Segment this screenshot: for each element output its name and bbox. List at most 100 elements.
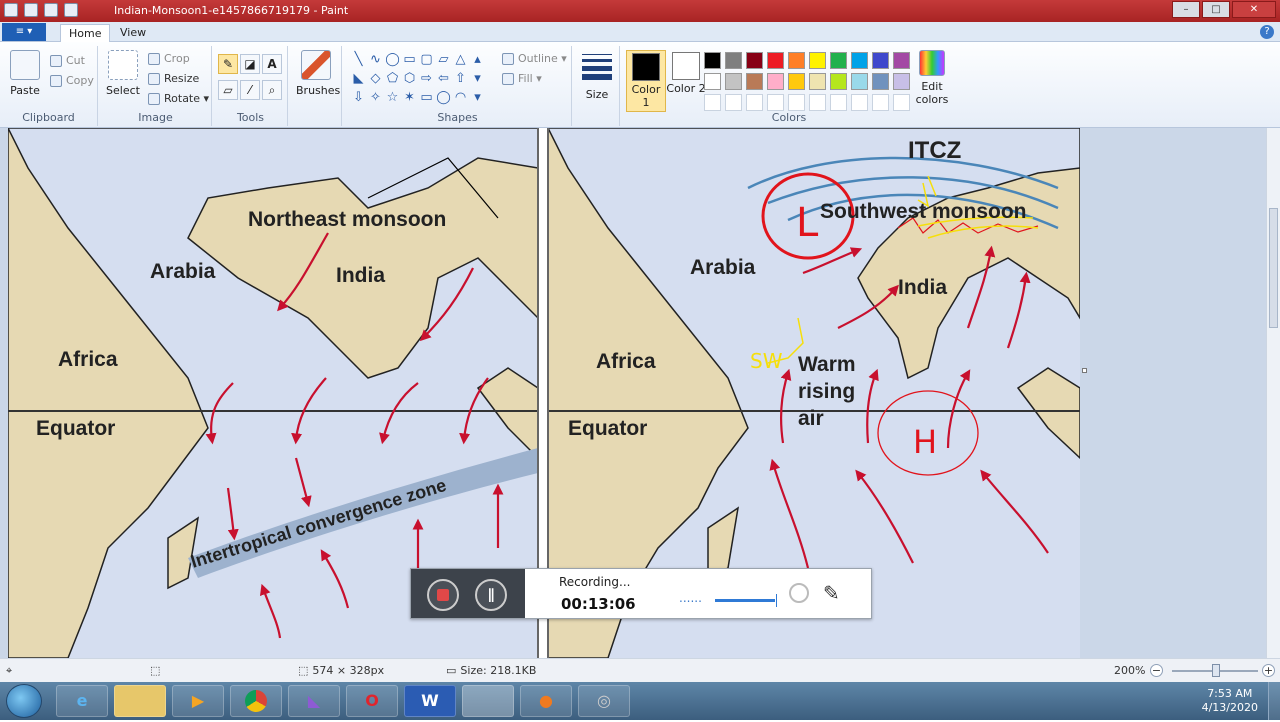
color-swatch[interactable] bbox=[809, 52, 826, 69]
shape-option[interactable]: ∿ bbox=[367, 50, 384, 69]
shape-option[interactable]: ▭ bbox=[418, 88, 435, 107]
color-swatch[interactable] bbox=[746, 73, 763, 90]
magnifier-icon[interactable]: ⌕ bbox=[262, 80, 282, 100]
color-swatch[interactable] bbox=[767, 73, 784, 90]
shape-option[interactable]: ⇧ bbox=[452, 69, 469, 88]
visual-studio-icon[interactable]: ◣ bbox=[288, 685, 340, 717]
pencil-icon[interactable]: ✎ bbox=[218, 54, 238, 74]
shape-option[interactable]: ✧ bbox=[367, 88, 384, 107]
scroll-thumb[interactable] bbox=[1269, 208, 1278, 328]
select-button[interactable]: Select bbox=[106, 50, 140, 97]
tab-home[interactable]: Home bbox=[60, 24, 111, 42]
color-swatch[interactable] bbox=[704, 52, 721, 69]
color-swatch[interactable] bbox=[872, 52, 889, 69]
color-palette[interactable] bbox=[704, 52, 914, 115]
paste-button[interactable]: Paste bbox=[8, 50, 42, 97]
color1-button[interactable]: Color 1 bbox=[626, 50, 666, 112]
color-picker-icon[interactable]: ⁄ bbox=[240, 80, 260, 100]
paint-app-icon[interactable] bbox=[4, 3, 18, 17]
shape-option[interactable]: ▱ bbox=[435, 50, 452, 69]
fill-icon[interactable]: ◪ bbox=[240, 54, 260, 74]
clock[interactable]: 7:53 AM 4/13/2020 bbox=[1202, 687, 1258, 715]
shape-option[interactable]: ╲ bbox=[350, 50, 367, 69]
color-swatch[interactable] bbox=[851, 94, 868, 111]
paint-icon[interactable] bbox=[462, 685, 514, 717]
color-swatch[interactable] bbox=[746, 94, 763, 111]
webcam-icon[interactable] bbox=[789, 583, 809, 603]
shape-option[interactable]: ⇩ bbox=[350, 88, 367, 107]
edit-colors-button[interactable]: Edit colors bbox=[914, 50, 950, 106]
stop-recording-button[interactable] bbox=[427, 579, 459, 611]
media-player-icon[interactable]: ▶ bbox=[172, 685, 224, 717]
color-swatch[interactable] bbox=[893, 52, 910, 69]
color-swatch[interactable] bbox=[746, 52, 763, 69]
outline-dropdown[interactable]: Outline ▾ bbox=[502, 52, 567, 65]
zoom-slider-thumb[interactable] bbox=[1212, 664, 1220, 677]
fill-dropdown[interactable]: Fill ▾ bbox=[502, 72, 542, 85]
color-swatch[interactable] bbox=[809, 73, 826, 90]
shape-option[interactable]: ☆ bbox=[384, 88, 401, 107]
start-button[interactable] bbox=[6, 684, 42, 718]
color-swatch[interactable] bbox=[872, 94, 889, 111]
maximize-button[interactable]: □ bbox=[1202, 1, 1230, 18]
undo-icon[interactable] bbox=[44, 3, 58, 17]
shape-option[interactable]: ▾ bbox=[469, 88, 486, 107]
color2-button[interactable]: Color 2 bbox=[666, 50, 706, 112]
color-swatch[interactable] bbox=[725, 52, 742, 69]
crop-button[interactable]: Crop bbox=[148, 52, 190, 65]
redo-icon[interactable] bbox=[64, 3, 78, 17]
close-button[interactable]: ✕ bbox=[1232, 1, 1276, 18]
cd-icon[interactable]: ◎ bbox=[578, 685, 630, 717]
text-icon[interactable]: A bbox=[262, 54, 282, 74]
shape-option[interactable]: ⇨ bbox=[418, 69, 435, 88]
word-icon[interactable]: W bbox=[404, 685, 456, 717]
pen-icon[interactable]: ✎ bbox=[823, 581, 840, 605]
color-swatch[interactable] bbox=[893, 73, 910, 90]
shape-option[interactable]: ◯ bbox=[435, 88, 452, 107]
minimize-button[interactable]: – bbox=[1172, 1, 1200, 18]
color-swatch[interactable] bbox=[725, 73, 742, 90]
eraser-icon[interactable]: ▱ bbox=[218, 80, 238, 100]
ie-icon[interactable]: e bbox=[56, 685, 108, 717]
zoom-out-button[interactable]: − bbox=[1150, 664, 1163, 677]
shape-option[interactable]: ▴ bbox=[469, 50, 486, 69]
shape-option[interactable]: ⬠ bbox=[384, 69, 401, 88]
cut-button[interactable]: Cut bbox=[50, 54, 85, 67]
rotate-button[interactable]: Rotate ▾ bbox=[148, 92, 209, 105]
resize-button[interactable]: Resize bbox=[148, 72, 199, 85]
color-swatch[interactable] bbox=[830, 73, 847, 90]
shapes-gallery[interactable]: ╲ ∿ ◯ ▭ ▢ ▱ △ ▴ ◣ ◇ ⬠ ⬡ ⇨ ⇦ ⇧ ▾ ⇩ ✧ ☆ ✶ ▭ ◯ ◠ ▾ bbox=[350, 50, 490, 107]
zoom-in-button[interactable]: + bbox=[1262, 664, 1275, 677]
size-button[interactable]: Size bbox=[580, 50, 614, 101]
color-swatch[interactable] bbox=[788, 94, 805, 111]
shape-option[interactable]: ◠ bbox=[452, 88, 469, 107]
color-swatch[interactable] bbox=[725, 94, 742, 111]
shape-option[interactable]: △ bbox=[452, 50, 469, 69]
recorder-icon[interactable]: ● bbox=[520, 685, 572, 717]
shape-option[interactable]: ◯ bbox=[384, 50, 401, 69]
shape-option[interactable]: ⇦ bbox=[435, 69, 452, 88]
chrome-icon[interactable] bbox=[230, 685, 282, 717]
shape-option[interactable]: ▭ bbox=[401, 50, 418, 69]
vertical-scrollbar[interactable] bbox=[1266, 128, 1280, 658]
shape-option[interactable]: ◇ bbox=[367, 69, 384, 88]
copy-button[interactable]: Copy bbox=[50, 74, 94, 87]
color-swatch[interactable] bbox=[872, 73, 889, 90]
color-swatch[interactable] bbox=[830, 94, 847, 111]
paint-menu-button[interactable]: ≡ ▾ bbox=[2, 23, 46, 41]
canvas-resize-handle[interactable] bbox=[1082, 368, 1087, 373]
color-swatch[interactable] bbox=[704, 73, 721, 90]
tab-view[interactable]: View bbox=[112, 24, 154, 42]
color-swatch[interactable] bbox=[767, 94, 784, 111]
shape-option[interactable]: ◣ bbox=[350, 69, 367, 88]
color-swatch[interactable] bbox=[851, 73, 868, 90]
color-swatch[interactable] bbox=[893, 94, 910, 111]
color-swatch[interactable] bbox=[704, 94, 721, 111]
opera-icon[interactable]: O bbox=[346, 685, 398, 717]
shape-option[interactable]: ✶ bbox=[401, 88, 418, 107]
color-swatch[interactable] bbox=[830, 52, 847, 69]
help-icon[interactable]: ? bbox=[1260, 25, 1274, 39]
shape-option[interactable]: ▾ bbox=[469, 69, 486, 88]
shape-option[interactable]: ⬡ bbox=[401, 69, 418, 88]
save-icon[interactable] bbox=[24, 3, 38, 17]
